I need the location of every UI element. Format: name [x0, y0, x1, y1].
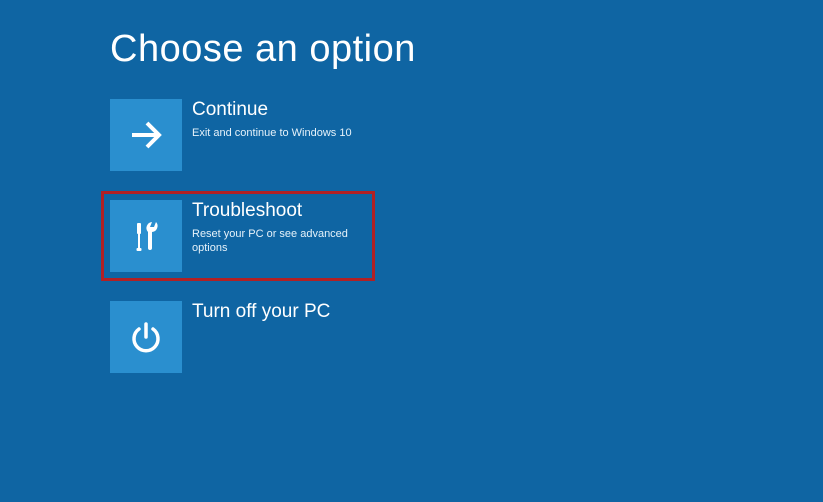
page-title: Choose an option [110, 28, 823, 71]
turnoff-tile [110, 301, 182, 373]
turnoff-option[interactable]: Turn off your PC [110, 301, 366, 373]
troubleshoot-desc: Reset your PC or see advanced options [192, 227, 366, 256]
arrow-right-icon [126, 115, 166, 155]
recovery-options-page: Choose an option Continue Exit and conti… [0, 0, 823, 373]
power-icon [126, 317, 166, 357]
continue-text: Continue Exit and continue to Windows 10 [182, 99, 352, 140]
troubleshoot-tile [110, 200, 182, 272]
continue-desc: Exit and continue to Windows 10 [192, 126, 352, 140]
troubleshoot-title: Troubleshoot [192, 200, 366, 223]
option-list: Continue Exit and continue to Windows 10 [110, 99, 823, 373]
troubleshoot-option[interactable]: Troubleshoot Reset your PC or see advanc… [101, 191, 375, 281]
continue-title: Continue [192, 99, 352, 122]
turnoff-text: Turn off your PC [182, 301, 330, 328]
tools-icon [125, 215, 167, 257]
troubleshoot-text: Troubleshoot Reset your PC or see advanc… [182, 200, 366, 255]
continue-option[interactable]: Continue Exit and continue to Windows 10 [110, 99, 366, 171]
continue-tile [110, 99, 182, 171]
turnoff-title: Turn off your PC [192, 301, 330, 324]
